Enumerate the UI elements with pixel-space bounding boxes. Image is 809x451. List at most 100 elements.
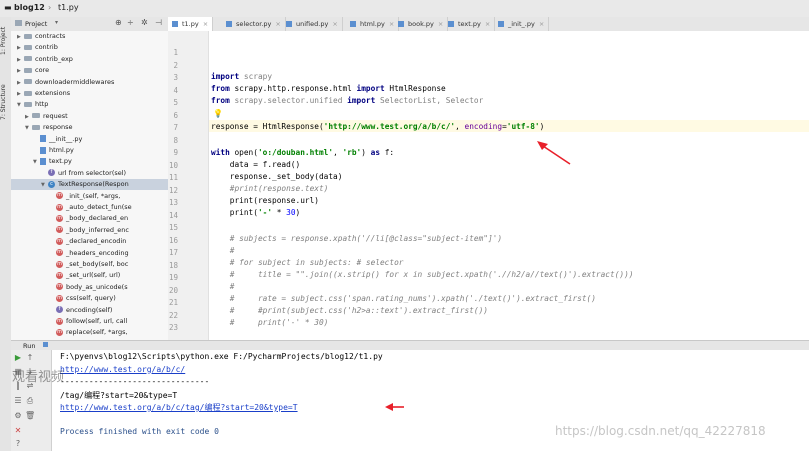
- locate-icon[interactable]: ⊕: [115, 18, 122, 27]
- folder-icon: ▬: [4, 3, 12, 12]
- settings-icon[interactable]: ⚙: [13, 411, 23, 421]
- tree-item-label: url from selector(sel): [58, 168, 127, 177]
- code-line: print('-' * 30): [211, 208, 301, 217]
- close-icon[interactable]: ×: [203, 20, 208, 28]
- code-editor[interactable]: import scrapy from scrapy.http.response.…: [209, 31, 809, 340]
- chevron-right-icon[interactable]: ▶: [17, 66, 24, 77]
- tree-item-label: _auto_detect_fun(se: [66, 203, 132, 211]
- editor-tab[interactable]: html.py ×: [346, 17, 400, 31]
- up-icon[interactable]: ↑: [25, 353, 35, 363]
- line-number: 22: [168, 310, 178, 320]
- close-icon[interactable]: ×: [332, 20, 337, 28]
- tree-item[interactable]: ▼ c TextResponse(Respon: [11, 179, 168, 191]
- tree-item[interactable]: ▼ text.py: [11, 156, 168, 168]
- editor-tab[interactable]: text.py ×: [444, 17, 496, 31]
- breadcrumb-project[interactable]: blog12: [14, 3, 45, 12]
- chevron-right-icon[interactable]: ▶: [17, 78, 24, 89]
- method-icon: m: [56, 317, 63, 325]
- tree-item[interactable]: ▶ request: [11, 111, 168, 123]
- trash-icon[interactable]: 🗑: [25, 411, 35, 421]
- tree-item[interactable]: m _body_inferred_enc: [11, 225, 168, 236]
- python-file-icon: [226, 21, 232, 27]
- close-icon[interactable]: ×: [275, 20, 280, 28]
- help-icon[interactable]: ?: [13, 439, 23, 449]
- tool-tab-structure[interactable]: 7: Structure: [0, 77, 11, 127]
- tree-item[interactable]: ▶ contrib_exp: [11, 54, 168, 66]
- method-icon: m: [56, 226, 63, 234]
- print-icon[interactable]: ⎙: [25, 396, 35, 406]
- chevron-down-icon[interactable]: ▼: [17, 100, 24, 111]
- close-icon[interactable]: ×: [438, 20, 443, 28]
- code-line: response._set_body(data): [211, 172, 343, 181]
- folder-icon: [32, 113, 40, 119]
- console-link[interactable]: http://www.test.org/a/b/c/: [60, 365, 185, 374]
- tree-item[interactable]: m _auto_detect_fun(se: [11, 202, 168, 213]
- editor-tab[interactable]: t1.py ×: [168, 17, 214, 31]
- lightbulb-icon[interactable]: 💡: [213, 109, 223, 118]
- editor-tab[interactable]: unified.py ×: [282, 17, 343, 31]
- tree-item[interactable]: f encoding(self): [11, 305, 168, 316]
- editor-tab[interactable]: _init_.py ×: [494, 17, 550, 31]
- folder-icon: [24, 44, 32, 50]
- editor-tab[interactable]: book.py ×: [394, 17, 449, 31]
- folder-icon: [24, 33, 32, 39]
- line-number: 21: [168, 298, 178, 307]
- dump-threads-icon[interactable]: ☰: [13, 396, 23, 406]
- tree-item[interactable]: m _init_(self, *args,: [11, 191, 168, 202]
- tree-item[interactable]: m _set_body(self, boc: [11, 259, 168, 270]
- project-view-selector[interactable]: Project: [25, 20, 47, 28]
- tree-item[interactable]: m _declared_encodin: [11, 236, 168, 247]
- tool-tab-project[interactable]: 1: Project: [0, 21, 11, 61]
- code-line: print(response.url): [211, 196, 319, 205]
- tree-item[interactable]: __init__.py: [11, 134, 168, 145]
- chevron-down-icon[interactable]: ▼: [25, 123, 32, 134]
- line-number: 3: [173, 73, 178, 82]
- editor-tab[interactable]: selector.py ×: [222, 17, 286, 31]
- tree-item[interactable]: m _headers_encoding: [11, 248, 168, 259]
- tree-item[interactable]: m _set_url(self, url): [11, 270, 168, 281]
- tree-item[interactable]: ▼ response: [11, 122, 168, 134]
- tree-item[interactable]: m css(self, query): [11, 293, 168, 304]
- tree-item[interactable]: html.py: [11, 145, 168, 156]
- tree-item[interactable]: ▶ extensions: [11, 88, 168, 100]
- collapse-icon[interactable]: ÷: [127, 18, 134, 27]
- rerun-icon[interactable]: ▶: [13, 353, 23, 363]
- tree-item[interactable]: ▶ contracts: [11, 31, 168, 43]
- chevron-down-icon[interactable]: ▼: [41, 180, 48, 191]
- code-line: #: [229, 282, 235, 291]
- tree-item-label: extensions: [35, 89, 71, 97]
- hide-icon[interactable]: ⊣: [155, 18, 162, 27]
- tree-item-label: _declared_encodin: [66, 237, 127, 246]
- tree-item[interactable]: m body_as_unicode(s: [11, 282, 168, 293]
- close-icon[interactable]: ✕: [13, 426, 23, 436]
- python-icon: [43, 342, 48, 347]
- tree-item-label: contracts: [35, 32, 66, 40]
- tree-item[interactable]: m replace(self, *args,: [11, 327, 168, 338]
- python-file-icon: [286, 21, 292, 27]
- chevron-right-icon[interactable]: ▶: [17, 32, 24, 43]
- line-number: 2: [173, 60, 178, 70]
- tree-item[interactable]: ▶ downloadermiddlewares: [11, 77, 168, 89]
- tree-item[interactable]: ▼ http: [11, 99, 168, 111]
- close-icon[interactable]: ×: [485, 20, 490, 28]
- tree-item[interactable]: ▶ core: [11, 65, 168, 77]
- console-link[interactable]: http://www.test.org/a/b/c/tag/编程?start=2…: [60, 402, 298, 413]
- tree-item[interactable]: m follow(self, url, call: [11, 316, 168, 327]
- chevron-right-icon[interactable]: ▶: [17, 55, 24, 66]
- folder-icon: [24, 67, 32, 73]
- chevron-down-icon[interactable]: ▼: [33, 157, 40, 168]
- tree-item[interactable]: m _body_declared_en: [11, 213, 168, 224]
- method-icon: m: [56, 249, 63, 257]
- chevron-right-icon[interactable]: ▶: [25, 112, 32, 123]
- editor-tab-label: text.py: [458, 20, 481, 28]
- line-number: 19: [168, 273, 178, 282]
- line-number: 10: [168, 160, 178, 170]
- close-icon[interactable]: ×: [539, 20, 544, 28]
- breadcrumb-file[interactable]: t1.py: [58, 3, 79, 12]
- tree-item[interactable]: ▶ contrib: [11, 42, 168, 54]
- gear-icon[interactable]: ✲: [141, 18, 148, 27]
- chevron-right-icon[interactable]: ▶: [17, 43, 24, 54]
- chevron-right-icon[interactable]: ▶: [17, 89, 24, 100]
- tree-item[interactable]: f url from selector(sel): [11, 168, 168, 179]
- chevron-down-icon[interactable]: ▾: [55, 19, 58, 26]
